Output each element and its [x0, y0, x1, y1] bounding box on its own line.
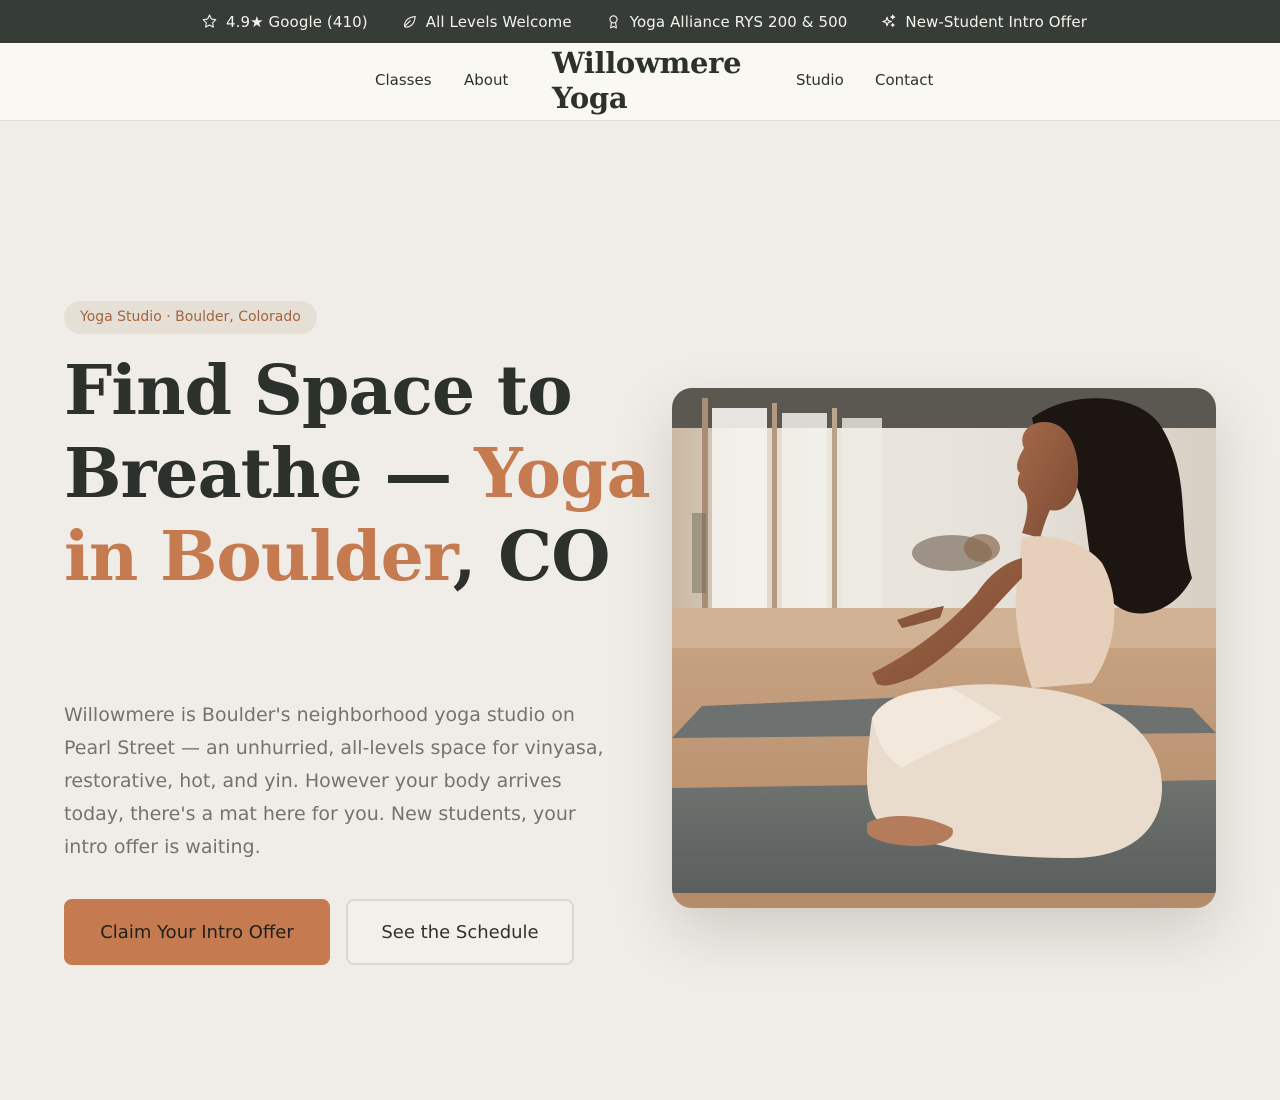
site-logo[interactable]: Willowmere Yoga — [552, 46, 752, 116]
claim-intro-offer-button[interactable]: Claim Your Intro Offer — [64, 899, 330, 965]
nav-link-about[interactable]: About — [464, 71, 508, 89]
location-eyebrow: Yoga Studio · Boulder, Colorado — [64, 301, 317, 334]
certification-text: Yoga Alliance RYS 200 & 500 — [629, 12, 848, 31]
award-icon — [605, 13, 622, 30]
hero-image — [672, 388, 1216, 908]
rating-badge: 4.9★ Google (410) — [201, 13, 368, 31]
site-header: Classes About Willowmere Yoga Studio Con… — [0, 43, 1280, 121]
certification-badge: Yoga Alliance RYS 200 & 500 — [605, 13, 848, 31]
hero-description: Willowmere is Boulder's neighborhood yog… — [64, 704, 604, 858]
offer-badge: New-Student Intro Offer — [880, 13, 1087, 31]
levels-text: All Levels Welcome — [425, 12, 572, 31]
sparkles-icon — [880, 13, 897, 30]
star-icon — [201, 13, 218, 30]
levels-badge: All Levels Welcome — [401, 13, 572, 31]
see-schedule-button[interactable]: See the Schedule — [346, 899, 574, 965]
nav-link-contact[interactable]: Contact — [875, 71, 933, 89]
nav-link-classes[interactable]: Classes — [375, 71, 432, 89]
hero-headline: Find Space to Breathe — Yoga in Boulder,… — [64, 350, 664, 599]
nav-link-studio[interactable]: Studio — [796, 71, 844, 89]
announcement-bar: 4.9★ Google (410) All Levels Welcome Yog… — [0, 0, 1280, 43]
offer-text: New-Student Intro Offer — [905, 12, 1087, 31]
headline-part2: , CO — [452, 517, 611, 597]
rating-text: 4.9★ Google (410) — [225, 12, 368, 31]
leaf-icon — [401, 13, 418, 30]
